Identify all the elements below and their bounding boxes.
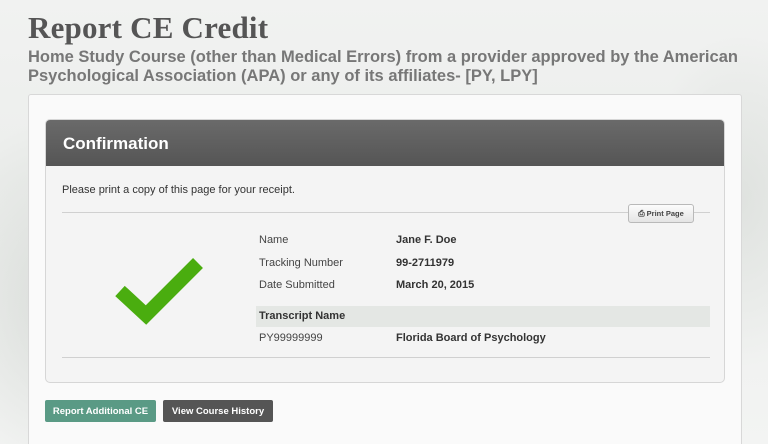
- printer-icon: ⎙: [638, 208, 645, 218]
- tracking-number-label: Tracking Number: [259, 257, 343, 269]
- divider: [62, 357, 710, 358]
- name-label: Name: [259, 234, 289, 246]
- view-course-history-button[interactable]: View Course History: [163, 400, 273, 422]
- date-submitted-label: Date Submitted: [259, 279, 335, 291]
- transcript-board: Florida Board of Psychology: [396, 332, 546, 344]
- divider: [62, 212, 710, 213]
- confirmation-header: Confirmation: [46, 120, 724, 166]
- page-title: Report CE Credit: [28, 10, 269, 45]
- confirmation-panel: Confirmation Please print a copy of this…: [45, 119, 725, 383]
- print-page-button[interactable]: ⎙ Print Page: [628, 204, 694, 223]
- checkmark-icon: [115, 258, 203, 325]
- print-page-label: Print Page: [646, 209, 684, 218]
- receipt-note: Please print a copy of this page for you…: [62, 184, 295, 196]
- name-value: Jane F. Doe: [396, 234, 457, 246]
- tracking-number-value: 99-2711979: [396, 257, 455, 269]
- transcript-id: PY99999999: [259, 332, 323, 344]
- transcript-name-header: Transcript Name: [256, 306, 710, 327]
- date-submitted-value: March 20, 2015: [396, 279, 475, 291]
- page-subtitle: Home Study Course (other than Medical Er…: [28, 48, 738, 85]
- report-additional-ce-button[interactable]: Report Additional CE: [45, 400, 156, 422]
